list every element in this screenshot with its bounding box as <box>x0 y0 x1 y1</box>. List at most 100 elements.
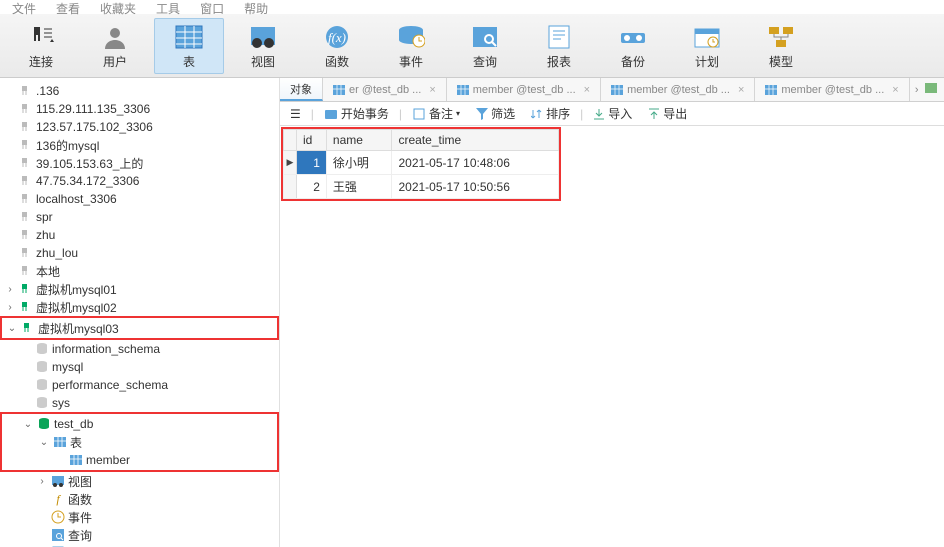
begin-transaction-button[interactable]: 开始事务 <box>318 102 395 125</box>
connection-item-active[interactable]: ⌄ 虚拟机mysql03 <box>2 319 277 337</box>
connection-icon <box>19 228 33 242</box>
memo-button[interactable]: 备注▾ <box>406 102 466 125</box>
connection-item[interactable]: .136 <box>0 82 279 100</box>
toolbar-function[interactable]: f(x)函数 <box>302 18 372 74</box>
menu-file[interactable]: 文件 <box>12 0 36 14</box>
toolbar-label: 备份 <box>621 53 645 70</box>
expand-icon[interactable]: › <box>4 302 16 313</box>
tab-1[interactable]: er @test_db ...× <box>323 78 447 101</box>
database-item[interactable]: mysql <box>0 358 279 376</box>
tree-label: sys <box>52 396 70 410</box>
toolbar-view-icon <box>247 23 279 51</box>
tree-label: 136的mysql <box>36 137 99 154</box>
export-button[interactable]: 导出 <box>642 102 693 125</box>
cell-name[interactable]: 徐小明 <box>326 151 392 175</box>
expand-icon[interactable]: › <box>36 476 48 487</box>
tab-scroll-right[interactable]: › <box>910 84 924 96</box>
expand-icon[interactable]: › <box>4 284 16 295</box>
cell-id[interactable]: 2 <box>297 175 327 199</box>
connection-item[interactable]: 本地 <box>0 262 279 280</box>
connection-item[interactable]: localhost_3306 <box>0 190 279 208</box>
toolbar-backup[interactable]: 备份 <box>598 18 668 74</box>
database-item[interactable]: information_schema <box>0 340 279 358</box>
import-button[interactable]: 导入 <box>587 102 638 125</box>
table-row[interactable]: ▶1徐小明2021-05-17 10:48:06 <box>284 151 559 175</box>
events-group[interactable]: 事件 <box>0 508 279 526</box>
column-name[interactable]: name <box>326 130 392 151</box>
menu-tool[interactable]: 工具 <box>156 0 180 14</box>
toolbar-view[interactable]: 视图 <box>228 18 298 74</box>
toolbar-report[interactable]: 报表 <box>524 18 594 74</box>
menu-win[interactable]: 窗口 <box>200 0 224 14</box>
toolbar-query-icon <box>469 23 501 51</box>
filter-button[interactable]: 筛选 <box>470 102 521 125</box>
connection-item[interactable]: 123.57.175.102_3306 <box>0 118 279 136</box>
toolbar-model[interactable]: 模型 <box>746 18 816 74</box>
hamburger-icon[interactable]: ☰ <box>284 102 307 125</box>
connection-item[interactable]: 47.75.34.172_3306 <box>0 172 279 190</box>
connection-item[interactable]: 115.29.111.135_3306 <box>0 100 279 118</box>
queries-group[interactable]: 查询 <box>0 526 279 544</box>
table-row[interactable]: 2王强2021-05-17 10:50:56 <box>284 175 559 199</box>
tree-label: 47.75.34.172_3306 <box>36 174 139 188</box>
column-id[interactable]: id <box>297 130 327 151</box>
tree-label: 虚拟机mysql03 <box>38 320 119 337</box>
menu-view[interactable]: 查看 <box>56 0 80 14</box>
close-icon[interactable]: × <box>584 84 590 96</box>
cell-name[interactable]: 王强 <box>326 175 392 199</box>
cell-create-time[interactable]: 2021-05-17 10:50:56 <box>392 175 559 199</box>
data-grid-container: idnamecreate_time ▶1徐小明2021-05-17 10:48:… <box>281 127 561 201</box>
close-icon[interactable]: × <box>892 84 898 96</box>
toolbar-schedule[interactable]: 计划 <box>672 18 742 74</box>
connection-item[interactable]: ›虚拟机mysql02 <box>0 298 279 316</box>
connection-item[interactable]: zhu_lou <box>0 244 279 262</box>
connection-item[interactable]: spr <box>0 208 279 226</box>
tab-label: 对象 <box>290 81 312 97</box>
tables-group[interactable]: ⌄表 <box>2 433 277 451</box>
expand-icon[interactable]: ⌄ <box>22 419 34 430</box>
tree-label: zhu <box>36 228 55 242</box>
tree-label: localhost_3306 <box>36 192 117 206</box>
close-icon[interactable]: × <box>738 84 744 96</box>
column-create_time[interactable]: create_time <box>392 130 559 151</box>
menu-fav[interactable]: 收藏夹 <box>100 0 136 14</box>
connection-item[interactable]: 39.105.153.63_上的 <box>0 154 279 172</box>
tab-new[interactable] <box>924 82 938 97</box>
tab-3[interactable]: member @test_db ... × <box>601 78 755 101</box>
database-item-active[interactable]: ⌄test_db <box>2 415 277 433</box>
toolbar-user[interactable]: 用户 <box>80 18 150 74</box>
connection-item[interactable]: zhu <box>0 226 279 244</box>
table-item-active[interactable]: member <box>2 451 277 469</box>
connection-icon <box>21 321 35 335</box>
cell-id[interactable]: 1 <box>297 151 327 175</box>
views-group[interactable]: ›视图 <box>0 472 279 490</box>
database-item[interactable]: sys <box>0 394 279 412</box>
tab-label: member @test_db ... <box>627 84 730 96</box>
connection-item[interactable]: 136的mysql <box>0 136 279 154</box>
close-icon[interactable]: × <box>429 84 435 96</box>
table-icon <box>765 84 777 96</box>
cell-create-time[interactable]: 2021-05-17 10:48:06 <box>392 151 559 175</box>
menu-help[interactable]: 帮助 <box>244 0 268 14</box>
toolbar-event[interactable]: 事件 <box>376 18 446 74</box>
event-icon <box>51 510 65 524</box>
toolbar-label: 连接 <box>29 53 53 70</box>
expand-icon[interactable]: ⌄ <box>6 323 18 334</box>
table-icon <box>333 84 345 96</box>
toolbar-label: 视图 <box>251 53 275 70</box>
database-item[interactable]: performance_schema <box>0 376 279 394</box>
toolbar-query[interactable]: 查询 <box>450 18 520 74</box>
tab-0[interactable]: 对象 <box>280 78 323 101</box>
connection-item[interactable]: ›虚拟机mysql01 <box>0 280 279 298</box>
tree-label: mysql <box>52 360 83 374</box>
toolbar-label: 函数 <box>325 53 349 70</box>
tab-2[interactable]: member @test_db ...× <box>447 78 601 101</box>
toolbar-table[interactable]: 表 <box>154 18 224 74</box>
expand-icon[interactable]: ⌄ <box>38 437 50 448</box>
sort-button[interactable]: 排序 <box>525 102 576 125</box>
functions-group[interactable]: f函数 <box>0 490 279 508</box>
connection-tree[interactable]: .136115.29.111.135_3306123.57.175.102_33… <box>0 78 280 547</box>
tab-4[interactable]: member @test_db ...× <box>755 78 909 101</box>
toolbar-connection[interactable]: 连接 <box>6 18 76 74</box>
data-grid[interactable]: idnamecreate_time ▶1徐小明2021-05-17 10:48:… <box>283 129 559 199</box>
